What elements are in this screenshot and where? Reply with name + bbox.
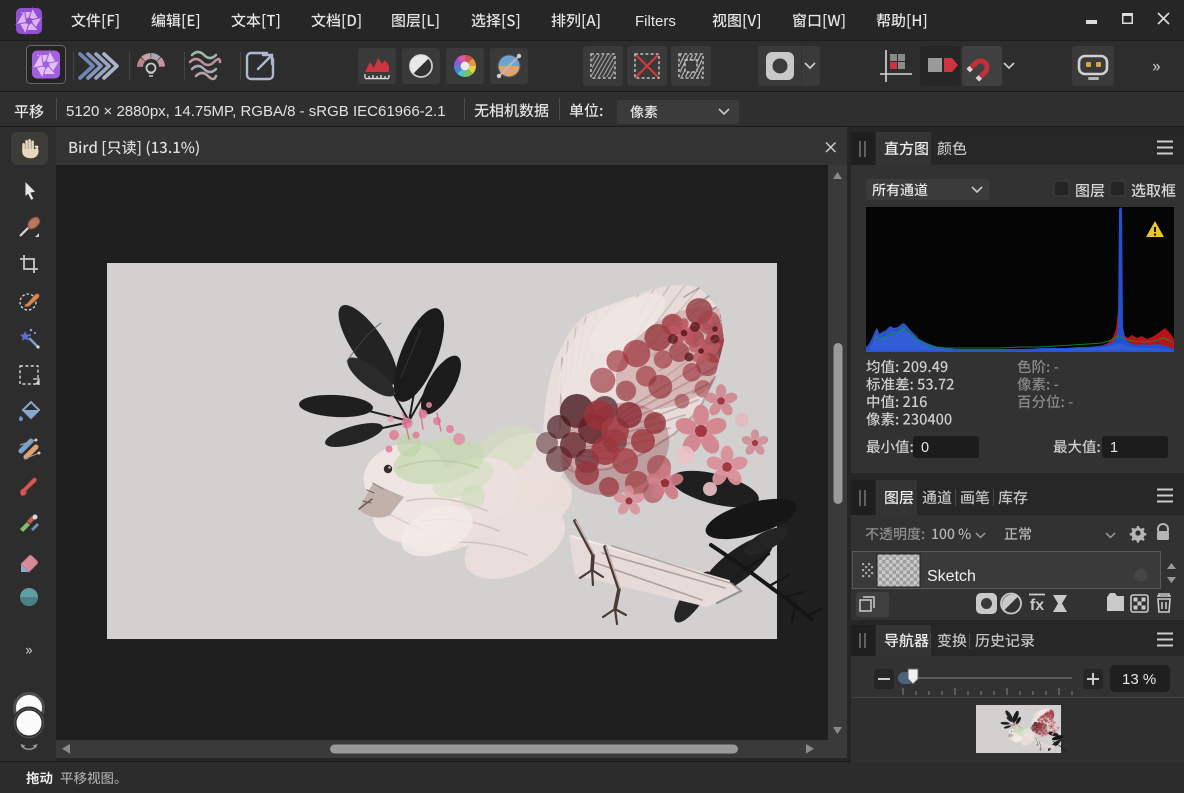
svg-text:0: 0 [921,440,929,456]
svg-text:Sketch: Sketch [927,568,976,585]
svg-text:5120 × 2880px, 14.75MP, RGBA/8: 5120 × 2880px, 14.75MP, RGBA/8 - sRGB IE… [66,103,446,120]
svg-text:fx: fx [1030,597,1044,614]
svg-text:13 %: 13 % [1122,671,1156,688]
svg-text:Filters: Filters [635,13,676,30]
svg-text:1: 1 [1110,440,1118,456]
